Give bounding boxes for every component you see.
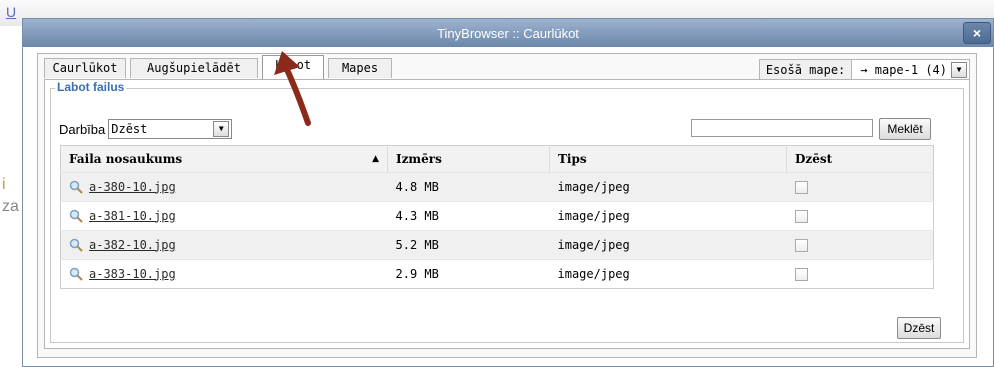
column-header-delete[interactable]: Dzēst (786, 145, 934, 173)
file-name-link[interactable]: a-383-10.jpg (89, 267, 176, 281)
file-size-cell: 2.9 MB (387, 259, 550, 289)
tab-mapes[interactable]: Mapes (328, 58, 392, 78)
current-folder-select[interactable]: → mape-1 (4) ▼ (852, 60, 969, 80)
annotation-arrow-icon (274, 51, 311, 126)
delete-cell (786, 172, 934, 202)
close-icon: × (972, 25, 982, 41)
delete-cell (786, 201, 934, 231)
file-type-cell: image/jpeg (549, 259, 787, 289)
file-type-cell: image/jpeg (549, 201, 787, 231)
action-label: Darbība (59, 121, 106, 137)
sort-ascending-icon[interactable]: ▲ (372, 154, 379, 164)
search-button[interactable]: Meklēt (879, 118, 931, 140)
current-folder-label: Esošā mape: (760, 60, 853, 80)
file-name-link[interactable]: a-381-10.jpg (89, 209, 176, 223)
file-type-cell: image/jpeg (549, 172, 787, 202)
column-header-name[interactable]: Faila nosaukums ▲ (60, 145, 388, 173)
file-name-cell: a-381-10.jpg (60, 201, 388, 231)
action-selected: Dzēst (111, 122, 148, 136)
magnifier-icon[interactable] (69, 209, 83, 223)
table-header-row: Faila nosaukums ▲ Izmērs Tips Dzēst (60, 145, 934, 173)
delete-button[interactable]: Dzēst (897, 317, 941, 339)
file-name-cell: a-383-10.jpg (60, 259, 388, 289)
tab-caurlukot[interactable]: Caurlūkot (44, 58, 126, 78)
file-name-link[interactable]: a-382-10.jpg (89, 238, 176, 252)
delete-cell (786, 259, 934, 289)
tab-augsupieladet[interactable]: Augšupielādēt (130, 58, 258, 78)
current-folder-value: → mape-1 (4) (860, 63, 947, 77)
close-button[interactable]: × (963, 22, 991, 44)
delete-checkbox[interactable] (794, 210, 808, 223)
search-input[interactable] (691, 119, 873, 137)
file-size-cell: 5.2 MB (387, 230, 550, 260)
chevron-down-icon[interactable]: ▼ (951, 62, 967, 78)
delete-checkbox[interactable] (794, 239, 808, 252)
file-size-cell: 4.3 MB (387, 201, 550, 231)
edit-files-fieldset: Labot failus Darbība Dzēst ▼ Meklēt Fail… (50, 80, 964, 343)
column-header-size[interactable]: Izmērs (387, 145, 550, 173)
table-row: a-383-10.jpg 2.9 MB image/jpeg (60, 259, 934, 289)
delete-checkbox[interactable] (794, 181, 808, 194)
column-header-type[interactable]: Tips (549, 145, 787, 173)
files-table: Faila nosaukums ▲ Izmērs Tips Dzēst a-38… (60, 145, 934, 289)
background-toolbar-letter: U (6, 4, 17, 20)
magnifier-icon[interactable] (69, 267, 83, 281)
column-header-name-label: Faila nosaukums (69, 152, 183, 166)
dialog-titlebar[interactable]: TinyBrowser :: Caurlūkot × (23, 19, 993, 47)
magnifier-icon[interactable] (69, 180, 83, 194)
file-name-cell: a-382-10.jpg (60, 230, 388, 260)
background-text-1: i (2, 176, 6, 193)
dialog-body: Caurlūkot Augšupielādēt Labot Mapes Esoš… (37, 53, 977, 358)
table-row: a-382-10.jpg 5.2 MB image/jpeg (60, 230, 934, 260)
edit-panel: Labot failus Darbība Dzēst ▼ Meklēt Fail… (44, 79, 970, 349)
file-size-cell: 4.8 MB (387, 172, 550, 202)
background-text-2: za (2, 198, 19, 215)
action-select[interactable]: Dzēst ▼ (108, 119, 233, 139)
file-type-cell: image/jpeg (549, 230, 787, 260)
delete-cell (786, 230, 934, 260)
section-title: Labot failus (55, 80, 127, 94)
table-row: a-380-10.jpg 4.8 MB image/jpeg (60, 172, 934, 202)
table-row: a-381-10.jpg 4.3 MB image/jpeg (60, 201, 934, 231)
tinybrowser-dialog: TinyBrowser :: Caurlūkot × Caurlūkot Aug… (22, 18, 994, 367)
delete-checkbox[interactable] (794, 268, 808, 281)
action-row: Darbība Dzēst ▼ (59, 119, 233, 139)
magnifier-icon[interactable] (69, 238, 83, 252)
chevron-down-icon[interactable]: ▼ (213, 121, 230, 137)
file-name-link[interactable]: a-380-10.jpg (89, 180, 176, 194)
dialog-title: TinyBrowser :: Caurlūkot (437, 26, 579, 41)
file-name-cell: a-380-10.jpg (60, 172, 388, 202)
current-folder-box: Esošā mape: → mape-1 (4) ▼ (758, 59, 970, 81)
